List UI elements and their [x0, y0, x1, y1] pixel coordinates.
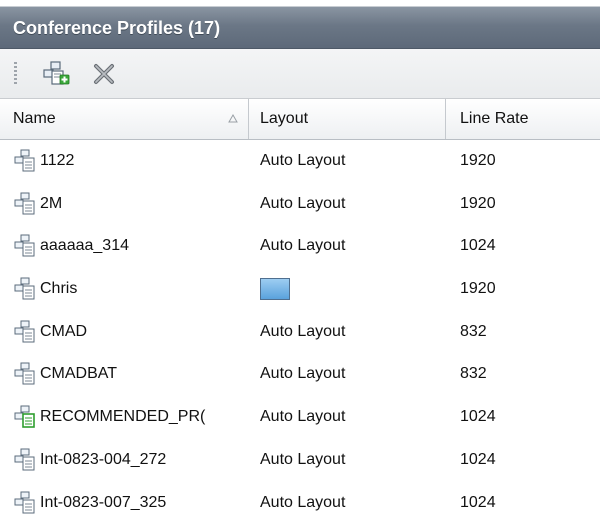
profile-name: Chris [40, 280, 78, 298]
layout-thumbnail-icon [260, 278, 290, 301]
profile-line-rate: 832 [460, 322, 487, 340]
sort-ascending-icon [228, 114, 238, 123]
profile-name: CMAD [40, 322, 88, 340]
profile-layout: Auto Layout [260, 365, 346, 383]
profile-line-rate: 1024 [460, 493, 496, 511]
conference-profiles-panel: Conference Profiles (17) Name Layout Lin… [0, 0, 600, 523]
profile-line-rate: 1920 [460, 152, 496, 169]
delete-icon [94, 64, 114, 84]
table-header: Name Layout Line Rate [0, 99, 600, 140]
profile-icon [14, 448, 35, 471]
profile-name: 1122 [40, 152, 75, 169]
table-row[interactable]: Chris 1920 [0, 268, 600, 311]
profile-name: Int-0823-007_325 [40, 493, 167, 511]
table-row[interactable]: CMAD Auto Layout 832 [0, 311, 600, 354]
profile-icon [14, 234, 35, 257]
column-header-line-rate[interactable]: Line Rate [446, 99, 600, 139]
toolbar-grip [14, 62, 17, 86]
profile-line-rate: 1024 [460, 450, 496, 468]
add-profile-button[interactable] [42, 60, 70, 88]
profile-icon [14, 277, 35, 300]
table-row[interactable]: CMADBAT Auto Layout 832 [0, 353, 600, 396]
profile-name: RECOMMENDED_PR( [40, 408, 206, 426]
profile-line-rate: 1920 [460, 194, 496, 212]
profile-layout: Auto Layout [260, 194, 346, 212]
table-row[interactable]: RECOMMENDED_PR( Auto Layout 1024 [0, 396, 600, 439]
profile-layout: Auto Layout [260, 450, 346, 468]
profile-icon [14, 192, 35, 215]
profile-name: 2M [40, 194, 63, 212]
profile-icon [14, 149, 35, 172]
column-header-label: Name [13, 110, 56, 127]
panel-title-bar: Conference Profiles (17) [0, 7, 600, 49]
profile-layout: Auto Layout [260, 152, 346, 169]
panel-title: Conference Profiles (17) [13, 18, 221, 38]
recommended-profile-icon [14, 405, 35, 428]
profile-layout: Auto Layout [260, 408, 346, 426]
column-header-name[interactable]: Name [0, 99, 249, 139]
profile-layout: Auto Layout [260, 493, 346, 511]
profile-line-rate: 1920 [460, 280, 496, 298]
table-row[interactable]: Int-0823-004_272 Auto Layout 1024 [0, 439, 600, 482]
profile-line-rate: 1024 [460, 408, 496, 426]
profile-name: aaaaaa_314 [40, 237, 129, 255]
profile-name: CMADBAT [40, 365, 118, 383]
table-row[interactable]: aaaaaa_314 Auto Layout 1024 [0, 225, 600, 268]
profile-line-rate: 832 [460, 365, 487, 383]
profile-layout: Auto Layout [260, 237, 346, 255]
profile-icon [14, 362, 35, 385]
top-strip [0, 0, 600, 7]
profile-layout: Auto Layout [260, 322, 346, 340]
table-row[interactable]: 1122 Auto Layout 1920 [0, 140, 600, 183]
toolbar [0, 49, 600, 99]
add-profile-icon [43, 61, 70, 85]
table-row[interactable]: Int-0823-007_325 Auto Layout 1024 [0, 482, 600, 523]
profiles-table-body: 1122 Auto Layout 1920 2M Auto Layout 192… [0, 140, 600, 523]
table-row[interactable]: 2M Auto Layout 1920 [0, 183, 600, 226]
profile-line-rate: 1024 [460, 237, 496, 255]
profile-name: Int-0823-004_272 [40, 450, 167, 468]
column-header-layout[interactable]: Layout [249, 99, 446, 139]
profile-icon [14, 491, 35, 513]
delete-profile-button[interactable] [90, 60, 118, 88]
column-header-label: Line Rate [460, 110, 529, 127]
column-header-label: Layout [260, 110, 309, 127]
profile-icon [14, 320, 35, 343]
